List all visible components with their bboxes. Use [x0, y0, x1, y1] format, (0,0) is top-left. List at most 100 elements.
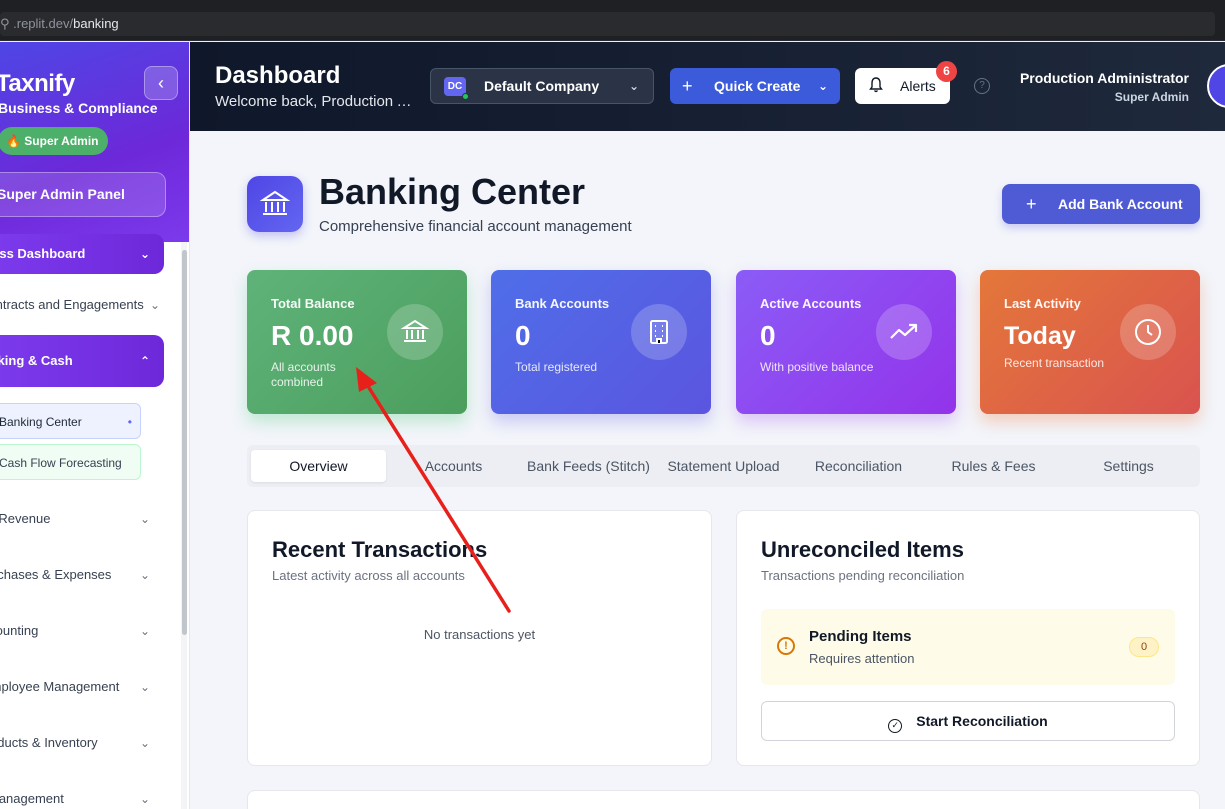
user-name: Production Administrator — [1019, 70, 1189, 86]
sidebar-subitem-banking-center[interactable]: Banking Center • — [0, 403, 141, 439]
sidebar-item-contracts[interactable]: Contracts and Engagements ⌄ — [0, 285, 164, 325]
tab-rules-fees[interactable]: Rules & Fees — [926, 450, 1061, 482]
chevron-down-icon: ⌄ — [139, 680, 150, 694]
stat-card-last-activity: Last Activity Today Recent transaction — [980, 270, 1200, 414]
card-subtitle: Latest activity across all accounts — [272, 568, 465, 583]
online-status-icon — [462, 93, 469, 100]
pending-items-box: ! Pending Items Requires attention 0 — [761, 609, 1175, 685]
sidebar-subitem-label: Cash Flow Forecasting — [0, 456, 122, 470]
sidebar-item-label: Products & Inventory — [0, 735, 98, 750]
chevron-down-icon: ⌄ — [817, 79, 828, 93]
quick-create-label: Quick Create — [714, 78, 801, 94]
plus-icon: + — [1026, 194, 1037, 214]
company-name: Default Company — [484, 78, 600, 94]
user-role: Super Admin — [1114, 90, 1189, 104]
browser-tab-strip — [0, 0, 1225, 8]
page-title: Banking Center — [319, 171, 586, 212]
sidebar-item-label: Management — [0, 791, 64, 806]
stat-value: Today — [1004, 322, 1076, 350]
stat-label: Active Accounts — [760, 296, 862, 311]
company-selector[interactable]: DC Default Company ⌄ — [430, 68, 654, 104]
add-bank-account-label: Add Bank Account — [1058, 196, 1183, 212]
chevron-left-icon: ‹ — [158, 73, 164, 93]
sidebar-item-business-dashboard[interactable]: Business Dashboard ⌄ — [0, 234, 164, 274]
url-path: banking — [73, 16, 119, 31]
sidebar-item-banking-cash[interactable]: Banking & Cash ⌃ — [0, 335, 164, 387]
clock-icon — [1120, 304, 1176, 360]
sidebar-item-purchases[interactable]: Purchases & Expenses ⌄ — [0, 555, 164, 595]
pending-count-badge: 0 — [1129, 637, 1159, 657]
help-icon[interactable]: ? — [974, 78, 990, 94]
recent-transactions-card: Recent Transactions Latest activity acro… — [247, 510, 712, 766]
stat-card-bank-accounts: Bank Accounts 0 Total registered — [491, 270, 711, 414]
tab-bank-feeds[interactable]: Bank Feeds (Stitch) — [521, 450, 656, 482]
plus-icon: + — [682, 76, 693, 96]
tab-accounts[interactable]: Accounts — [386, 450, 521, 482]
chevron-down-icon: ⌄ — [149, 298, 160, 312]
active-dot-icon: • — [127, 415, 132, 429]
tab-settings[interactable]: Settings — [1061, 450, 1196, 482]
add-bank-account-button[interactable]: + Add Bank Account — [1002, 184, 1200, 224]
sidebar-item-label: Contracts and Engagements — [0, 297, 144, 312]
bank-icon — [387, 304, 443, 360]
sidebar-item-products[interactable]: Products & Inventory ⌄ — [0, 723, 164, 763]
check-circle-icon: ✓ — [888, 719, 903, 733]
card-title: Recent Transactions — [272, 537, 488, 562]
pending-title: Pending Items — [809, 628, 912, 645]
chevron-down-icon: ⌄ — [139, 247, 150, 261]
sidebar-item-label: Sales & Revenue — [0, 511, 51, 526]
quick-create-button[interactable]: + Quick Create ⌄ — [670, 68, 840, 104]
empty-state-text: No transactions yet — [423, 627, 536, 642]
sidebar: Taxnify Business & Compliance ‹ 🔥 Super … — [0, 42, 190, 809]
admin-panel-button[interactable]: Super Admin Panel — [0, 172, 166, 217]
bell-icon — [869, 68, 883, 104]
stat-note: With positive balance — [760, 360, 874, 374]
welcome-text: Welcome back, Production Administrator — [215, 93, 415, 110]
alert-circle-icon: ! — [777, 637, 795, 655]
user-avatar[interactable] — [1207, 64, 1225, 108]
collapse-sidebar-button[interactable]: ‹ — [144, 66, 178, 100]
tab-overview[interactable]: Overview — [251, 450, 386, 482]
url-host: ⚲ .replit.dev/ — [0, 16, 74, 31]
chevron-down-icon: ⌄ — [139, 512, 150, 526]
chevron-down-icon: ⌄ — [139, 792, 150, 806]
alerts-label: Alerts — [900, 78, 936, 94]
pending-subtitle: Requires attention — [809, 651, 915, 666]
sidebar-header: Taxnify Business & Compliance ‹ 🔥 Super … — [0, 42, 189, 242]
sidebar-item-sales[interactable]: Sales & Revenue ⌄ — [0, 499, 164, 539]
bottom-card — [247, 790, 1200, 809]
sidebar-scroll-thumb[interactable] — [182, 250, 187, 635]
app-subtitle: Business & Compliance — [0, 100, 158, 116]
sidebar-item-accounting[interactable]: Accounting ⌄ — [0, 611, 164, 651]
card-subtitle: Transactions pending reconciliation — [761, 568, 965, 583]
tab-bar: Overview Accounts Bank Feeds (Stitch) St… — [247, 445, 1200, 487]
stat-label: Last Activity — [1004, 296, 1081, 311]
stat-label: Total Balance — [271, 296, 355, 311]
sidebar-item-employees[interactable]: Employee Management ⌄ — [0, 667, 164, 707]
stat-note: Recent transaction — [1004, 356, 1105, 370]
stat-note: Total registered — [515, 360, 598, 374]
tab-reconciliation[interactable]: Reconciliation — [791, 450, 926, 482]
building-icon — [631, 304, 687, 360]
chevron-down-icon: ⌄ — [628, 79, 639, 93]
alerts-button[interactable]: Alerts 6 — [855, 61, 957, 104]
stat-label: Bank Accounts — [515, 296, 610, 311]
alerts-count-badge: 6 — [936, 61, 957, 82]
chevron-down-icon: ⌄ — [139, 736, 150, 750]
trending-up-icon — [876, 304, 932, 360]
app-logo: Taxnify — [0, 70, 75, 97]
role-badge: 🔥 Super Admin — [0, 127, 108, 155]
url-field[interactable]: ⚲ .replit.dev/banking — [0, 12, 1215, 36]
browser-address-bar: ⚲ .replit.dev/banking — [0, 8, 1225, 41]
stat-value: 0 — [515, 320, 531, 351]
sidebar-item-label: Banking & Cash — [0, 353, 73, 368]
tab-statement-upload[interactable]: Statement Upload — [656, 450, 791, 482]
start-reconciliation-button[interactable]: ✓ Start Reconciliation — [761, 701, 1175, 741]
sidebar-item-label: Purchases & Expenses — [0, 567, 112, 582]
sidebar-item-management[interactable]: Management ⌄ — [0, 779, 164, 809]
stat-card-active-accounts: Active Accounts 0 With positive balance — [736, 270, 956, 414]
top-header: Dashboard Welcome back, Production Admin… — [190, 42, 1225, 131]
sidebar-subitem-cash-flow[interactable]: Cash Flow Forecasting — [0, 444, 141, 480]
stat-value: R 0.00 — [271, 320, 354, 351]
main-content: Banking Center Comprehensive financial a… — [190, 131, 1225, 809]
